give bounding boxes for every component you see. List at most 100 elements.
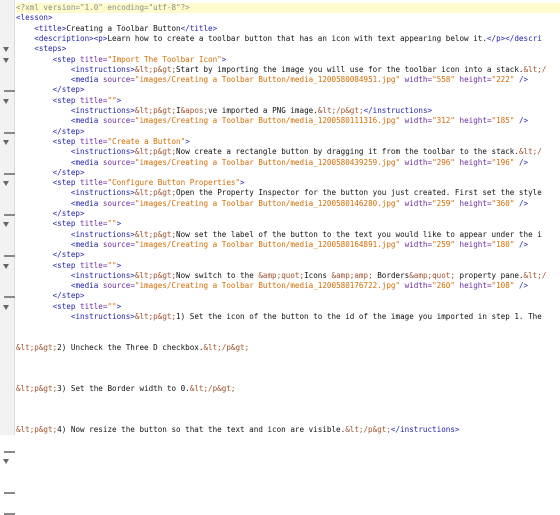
- code-line[interactable]: <media source="images/Creating a Toolbar…: [16, 75, 560, 85]
- code-token-tag: <instructions>: [70, 270, 135, 280]
- fold-end-marker-icon: [4, 172, 15, 175]
- code-token-tag: />: [514, 281, 529, 291]
- code-editor[interactable]: <?xml version="1.0" encoding="utf-8"?> <l…: [16, 0, 560, 435]
- code-line[interactable]: <instructions>&lt;p&gt;Now switch to the…: [16, 271, 560, 281]
- code-line[interactable]: &lt;p&gt;2) Uncheck the Three D checkbox…: [16, 343, 560, 353]
- fold-toggle-icon[interactable]: [3, 98, 9, 104]
- code-token-text: 4) Now resize the button so that the tex…: [57, 425, 346, 435]
- code-token-tag: <instructions>: [70, 312, 135, 321]
- code-line[interactable]: <step title="Create a Button">: [16, 137, 560, 147]
- fold-toggle-icon[interactable]: [3, 181, 9, 187]
- code-token-tag: >: [116, 95, 122, 105]
- fold-end-marker-icon: [4, 492, 15, 495]
- code-line[interactable]: <?xml version="1.0" encoding="utf-8"?>: [16, 3, 560, 13]
- code-token-tag: <steps>: [34, 44, 67, 54]
- code-line[interactable]: <media source="images/Creating a Toolbar…: [16, 116, 560, 126]
- code-line[interactable]: <media source="images/Creating a Toolbar…: [16, 158, 560, 168]
- code-line[interactable]: [16, 405, 560, 415]
- fold-toggle-icon[interactable]: [3, 304, 9, 310]
- code-line[interactable]: <step title="">: [16, 302, 560, 312]
- fold-toggle-icon[interactable]: [3, 263, 9, 269]
- code-line[interactable]: <description><p>Learn how to create a to…: [16, 34, 560, 44]
- code-line[interactable]: <step title="">: [16, 96, 560, 106]
- code-line[interactable]: [16, 415, 560, 425]
- code-line[interactable]: <media source="images/Creating a Toolbar…: [16, 281, 560, 291]
- code-token-text: property pane.: [454, 270, 524, 280]
- code-token-ent: &lt;p&gt;: [16, 425, 58, 435]
- code-token-text: 3) Set the Border width to 0.: [57, 384, 190, 394]
- code-line[interactable]: <step title="Import The Toolbar Icon">: [16, 55, 560, 65]
- code-line[interactable]: <step title="">: [16, 261, 560, 271]
- code-line[interactable]: <title>Creating a Toolbar Button</title>: [16, 24, 560, 34]
- code-line[interactable]: </step>: [16, 168, 560, 178]
- code-token-tag: <media: [70, 116, 103, 126]
- code-token-val: "185": [491, 116, 515, 126]
- fold-end-marker-icon: [4, 90, 15, 93]
- code-token-attr: height=: [454, 157, 492, 167]
- code-token-attr: source=: [102, 281, 135, 291]
- code-line[interactable]: </step>: [16, 209, 560, 219]
- code-line[interactable]: <instructions>&lt;p&gt;Now set the label…: [16, 230, 560, 240]
- code-line[interactable]: <instructions>&lt;p&gt;I&apos;ve importe…: [16, 106, 560, 116]
- code-token-tag: >: [185, 136, 190, 146]
- code-line[interactable]: <instructions>&lt;p&gt;1) Set the icon o…: [16, 312, 560, 322]
- code-line[interactable]: <lesson>: [16, 13, 560, 23]
- code-token-val: "": [107, 301, 117, 311]
- code-line[interactable]: [16, 322, 560, 332]
- code-token-ent: &amp;amp;: [331, 270, 373, 280]
- code-line[interactable]: </step>: [16, 85, 560, 95]
- code-token-text: Icons: [304, 270, 332, 280]
- code-token-tag: </descri: [505, 33, 542, 43]
- code-line[interactable]: &lt;p&gt;4) Now resize the button so tha…: [16, 425, 560, 435]
- code-token-attr: title=: [80, 178, 108, 188]
- code-line[interactable]: &lt;p&gt;3) Set the Border width to 0.&l…: [16, 384, 560, 394]
- code-token-tag: <media: [70, 75, 103, 85]
- code-line[interactable]: <instructions>&lt;p&gt;Now create a rect…: [16, 147, 560, 157]
- code-line[interactable]: </step>: [16, 127, 560, 137]
- code-line[interactable]: <instructions>&lt;p&gt;Start by importin…: [16, 65, 560, 75]
- code-line[interactable]: <steps>: [16, 44, 560, 54]
- code-token-val: "images/Creating a Toolbar Button/media_…: [134, 281, 401, 291]
- code-token-tag: </title>: [180, 23, 218, 33]
- code-line[interactable]: <media source="images/Creating a Toolbar…: [16, 199, 560, 209]
- code-line[interactable]: [16, 374, 560, 384]
- code-line[interactable]: [16, 333, 560, 343]
- code-token-tag: />: [514, 239, 529, 249]
- code-token-ent: &lt;/: [523, 270, 547, 280]
- code-token-tag: </step>: [52, 126, 85, 136]
- code-token-attr: height=: [454, 198, 492, 208]
- code-line[interactable]: </step>: [16, 291, 560, 301]
- code-line[interactable]: [16, 353, 560, 363]
- code-token-tag: <media: [70, 239, 103, 249]
- code-token-tag: <media: [70, 157, 103, 167]
- code-token-tag: <step: [52, 136, 81, 146]
- code-token-text: Start by importing the image you will us…: [176, 64, 524, 74]
- code-line[interactable]: [16, 394, 560, 404]
- fold-toggle-icon[interactable]: [3, 47, 9, 53]
- code-token-attr: height=: [454, 116, 492, 126]
- code-line[interactable]: <instructions>&lt;p&gt;Open the Property…: [16, 188, 560, 198]
- code-token-val: "558": [432, 75, 455, 85]
- code-line[interactable]: <media source="images/Creating a Toolbar…: [16, 240, 560, 250]
- fold-toggle-icon[interactable]: [3, 57, 9, 63]
- code-line[interactable]: </step>: [16, 250, 560, 260]
- code-line[interactable]: <step title="Configure Button Properties…: [16, 178, 560, 188]
- fold-toggle-icon[interactable]: [3, 459, 9, 465]
- fold-toggle-icon[interactable]: [3, 139, 9, 145]
- fold-toggle-icon[interactable]: [3, 222, 9, 228]
- code-line[interactable]: [16, 364, 560, 374]
- code-token-val: "196": [491, 157, 515, 167]
- code-line[interactable]: <step title="">: [16, 219, 560, 229]
- code-token-attr: title=: [80, 260, 108, 270]
- code-token-tag: <media: [70, 198, 103, 208]
- code-token-tag: <description>: [34, 33, 94, 43]
- code-token-tag: <step: [52, 54, 81, 64]
